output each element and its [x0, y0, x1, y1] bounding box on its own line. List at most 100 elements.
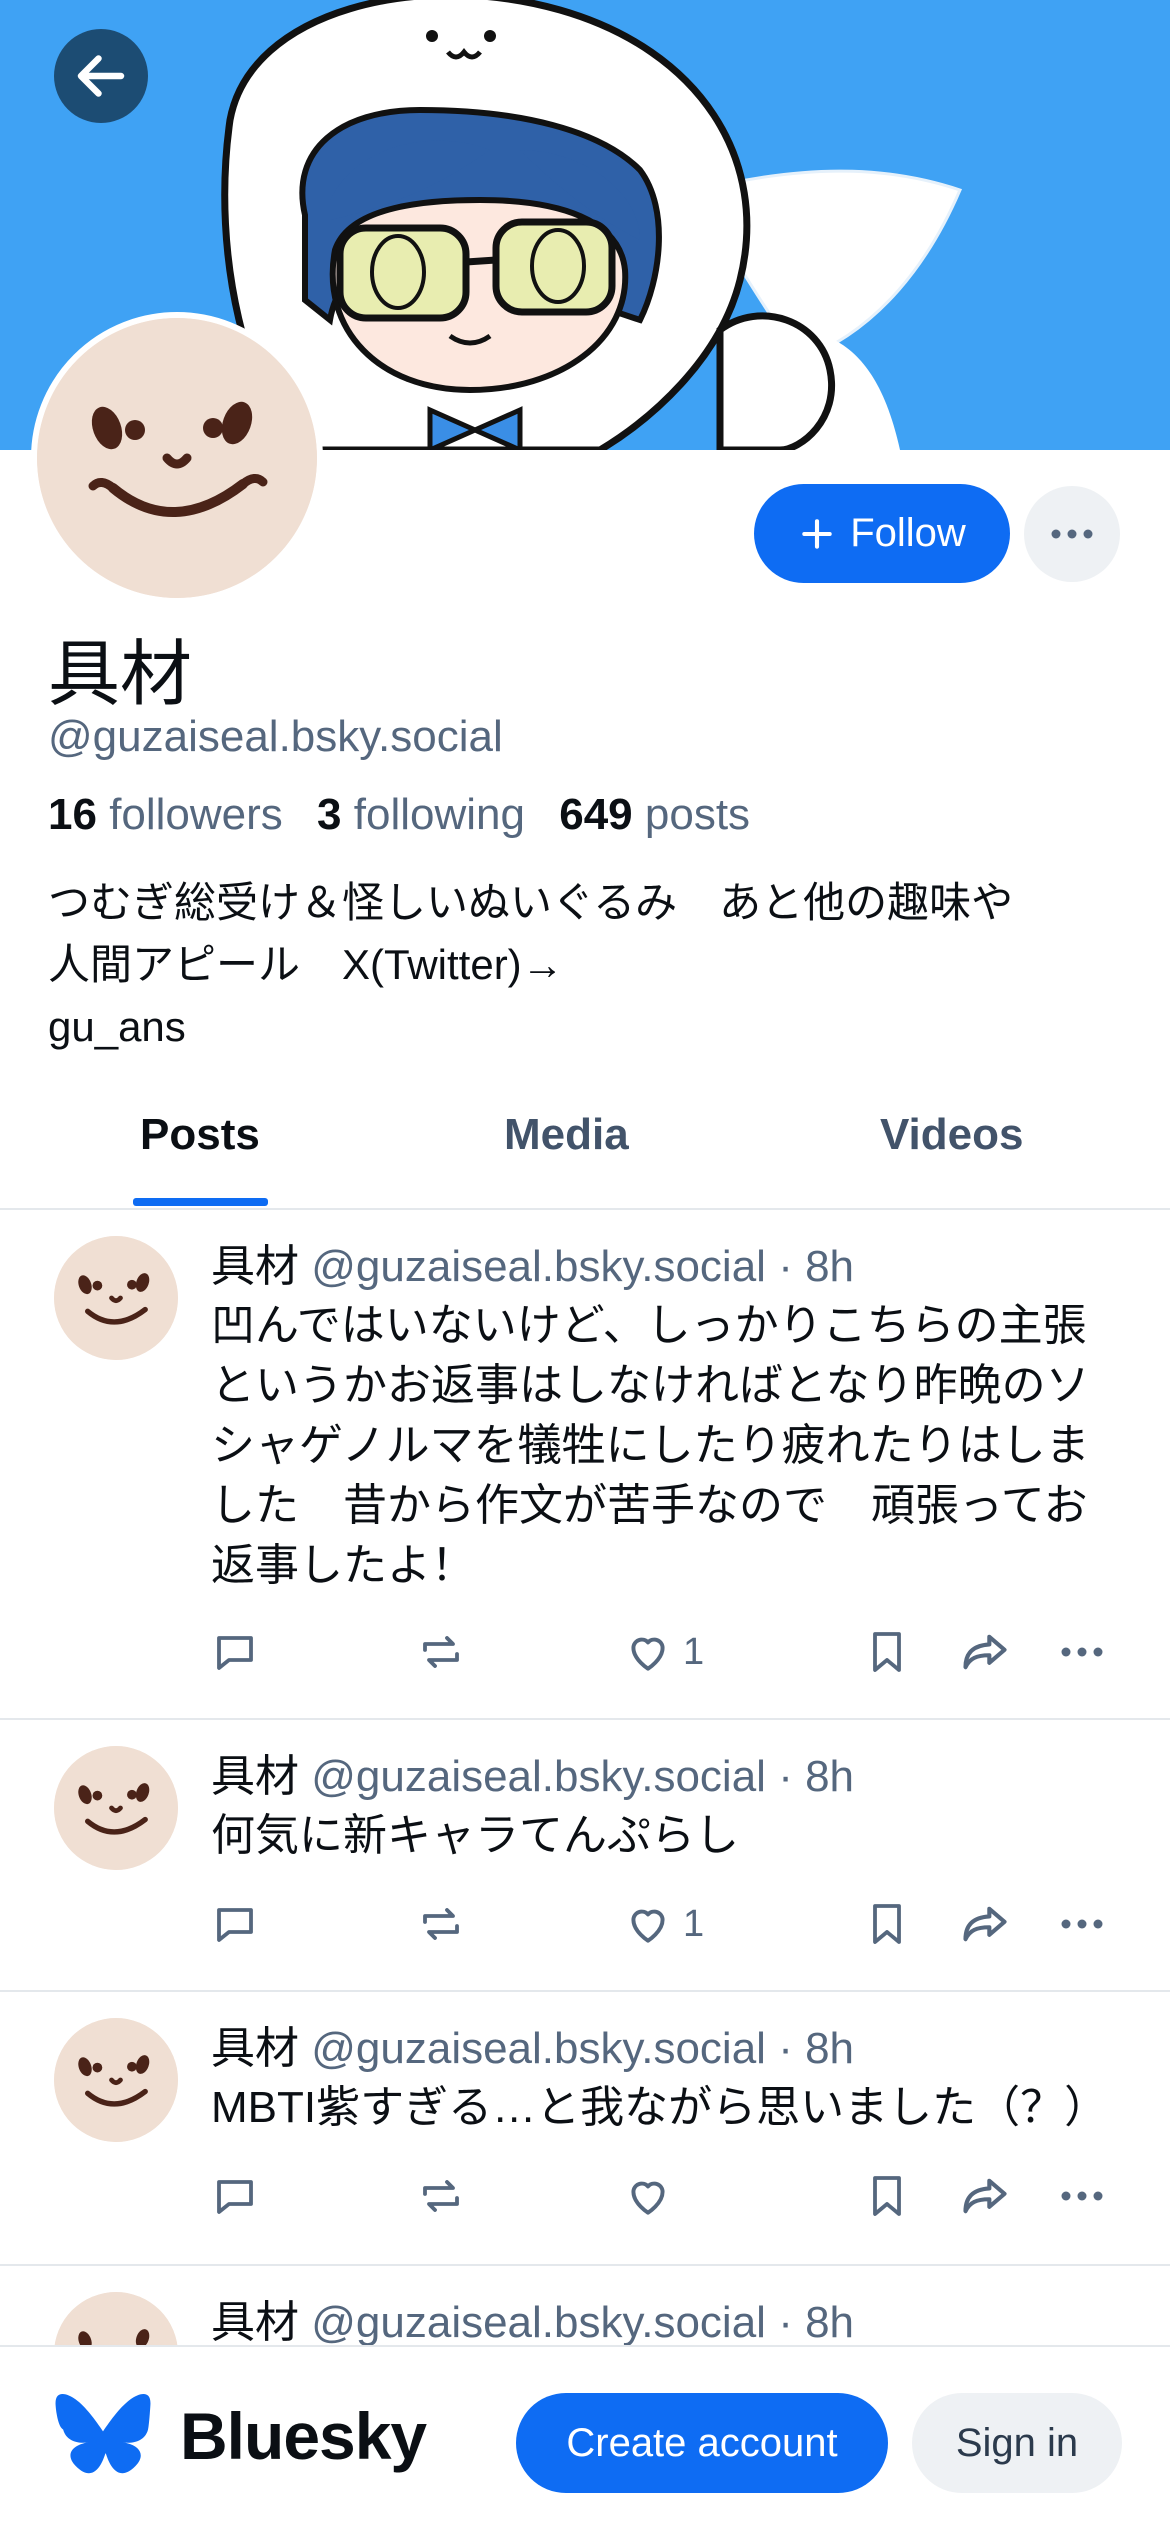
bookmark-button[interactable] [863, 2166, 911, 2226]
share-icon [963, 1906, 1007, 1942]
post-author[interactable]: 具材 [211, 2024, 299, 2073]
following-count: 3 [317, 790, 342, 839]
share-icon [963, 2178, 1007, 2214]
post-actions: 1 [211, 1622, 1121, 1682]
post-actions: 1 [211, 1894, 1121, 1954]
post-text: MBTI紫すぎる…と我ながら思いました（？） [211, 2083, 1109, 2132]
tab-videos[interactable]: Videos [880, 1110, 1023, 1160]
separator-dot: · [778, 2024, 793, 2073]
back-button[interactable] [54, 29, 148, 123]
reply-icon [217, 1636, 253, 1670]
reply-button[interactable] [211, 1894, 259, 1954]
reply-button[interactable] [211, 2166, 259, 2226]
share-button[interactable] [959, 1622, 1011, 1682]
bookmark-icon [873, 2176, 901, 2216]
post-header: 具材 @guzaiseal.bsky.social · 8h [211, 1740, 854, 1804]
display-name: 具材 [48, 635, 193, 715]
heart-icon [631, 2181, 665, 2215]
like-button[interactable]: 1 [623, 1622, 704, 1682]
profile-stats: 16 followers 3 following 649 posts [48, 790, 750, 840]
post-avatar[interactable] [54, 1746, 178, 1870]
like-button[interactable]: 1 [623, 1894, 704, 1954]
post-actions [211, 2166, 1121, 2226]
following-link[interactable]: 3 following [317, 790, 525, 839]
butterfly-icon [55, 2394, 151, 2474]
share-button[interactable] [959, 2166, 1011, 2226]
repost-button[interactable] [417, 1622, 465, 1682]
avatar-image [54, 1236, 178, 1360]
repost-button[interactable] [417, 1894, 465, 1954]
more-horizontal-icon [1061, 1647, 1103, 1657]
post-author[interactable]: 具材 [211, 1752, 299, 1801]
feed-post[interactable]: 具材 @guzaiseal.bsky.social · 8h MBTI紫すぎる…… [0, 1992, 1170, 2266]
reply-icon [217, 1908, 253, 1942]
post-more-button[interactable] [1057, 2166, 1107, 2226]
post-time[interactable]: 8h [805, 1242, 854, 1291]
bluesky-logo[interactable]: Bluesky [54, 2393, 427, 2479]
follow-label: Follow [850, 511, 966, 555]
post-avatar[interactable] [54, 1236, 178, 1360]
heart-icon [631, 1637, 665, 1671]
follow-button[interactable]: Follow [754, 484, 1010, 583]
post-handle[interactable]: @guzaiseal.bsky.social [311, 1752, 766, 1801]
post-time[interactable]: 8h [805, 2024, 854, 2073]
profile-bio: つむぎ総受け＆怪しいぬいぐるみ あと他の趣味や 人間アピール X(Twitter… [48, 872, 1128, 1058]
posts-stat: 649 posts [559, 790, 750, 839]
post-avatar[interactable] [54, 2018, 178, 2142]
more-horizontal-icon [1051, 529, 1093, 539]
brand-name: Bluesky [180, 2399, 427, 2473]
post-header: 具材 @guzaiseal.bsky.social · 8h [211, 2286, 854, 2350]
followers-label: followers [109, 790, 283, 839]
bookmark-icon [873, 1904, 901, 1944]
bookmark-button[interactable] [863, 1622, 911, 1682]
post-header: 具材 @guzaiseal.bsky.social · 8h [211, 2012, 854, 2076]
separator-dot: · [778, 1752, 793, 1801]
following-label: following [353, 790, 525, 839]
post-time[interactable]: 8h [805, 1752, 854, 1801]
repost-icon [423, 1636, 459, 1668]
avatar-image [54, 1746, 178, 1870]
share-button[interactable] [959, 1894, 1011, 1954]
post-text: 何気に新キャラてんぷらし [211, 1811, 739, 1860]
profile-avatar[interactable] [31, 312, 323, 604]
active-tab-indicator [133, 1198, 268, 1206]
more-horizontal-icon [1061, 1919, 1103, 1929]
plus-icon [802, 518, 832, 549]
repost-icon [423, 1908, 459, 1940]
more-horizontal-icon [1061, 2191, 1103, 2201]
post-more-button[interactable] [1057, 1894, 1107, 1954]
avatar-image [54, 2018, 178, 2142]
feed-post[interactable]: 具材 @guzaiseal.bsky.social · 8h 凹んではいないけど… [0, 1210, 1170, 1720]
feed-post[interactable]: 具材 @guzaiseal.bsky.social · 8h 何気に新キャラてん… [0, 1720, 1170, 1992]
like-count: 1 [683, 1630, 705, 1673]
tab-posts[interactable]: Posts [140, 1110, 260, 1160]
post-more-button[interactable] [1057, 1622, 1107, 1682]
post-handle[interactable]: @guzaiseal.bsky.social [311, 2298, 766, 2347]
bio-line[interactable]: gu_ans [48, 996, 1128, 1058]
post-time[interactable]: 8h [805, 2298, 854, 2347]
create-account-button[interactable]: Create account [516, 2393, 888, 2493]
repost-icon [423, 2180, 459, 2212]
avatar-image [37, 318, 317, 598]
reply-button[interactable] [211, 1622, 259, 1682]
arrow-left-icon [77, 55, 125, 97]
post-author[interactable]: 具材 [211, 1242, 299, 1291]
signup-footer: Bluesky Create account Sign in [0, 2345, 1170, 2534]
post-handle[interactable]: @guzaiseal.bsky.social [311, 1242, 766, 1291]
post-handle[interactable]: @guzaiseal.bsky.social [311, 2024, 766, 2073]
separator-dot: · [778, 2298, 793, 2347]
posts-label: posts [644, 790, 751, 839]
followers-link[interactable]: 16 followers [48, 790, 283, 839]
bookmark-button[interactable] [863, 1894, 911, 1954]
tab-media[interactable]: Media [504, 1110, 629, 1160]
repost-button[interactable] [417, 2166, 465, 2226]
like-button[interactable] [623, 2166, 683, 2226]
post-author[interactable]: 具材 [211, 2298, 299, 2347]
profile-more-button[interactable] [1024, 486, 1120, 582]
sign-in-button[interactable]: Sign in [912, 2393, 1122, 2493]
followers-count: 16 [48, 790, 97, 839]
bio-line: 人間アピール X(Twitter)→ [48, 941, 564, 988]
posts-count: 649 [559, 790, 633, 839]
profile-tabs: Posts Media Videos [0, 1096, 1170, 1210]
share-icon [963, 1634, 1007, 1670]
